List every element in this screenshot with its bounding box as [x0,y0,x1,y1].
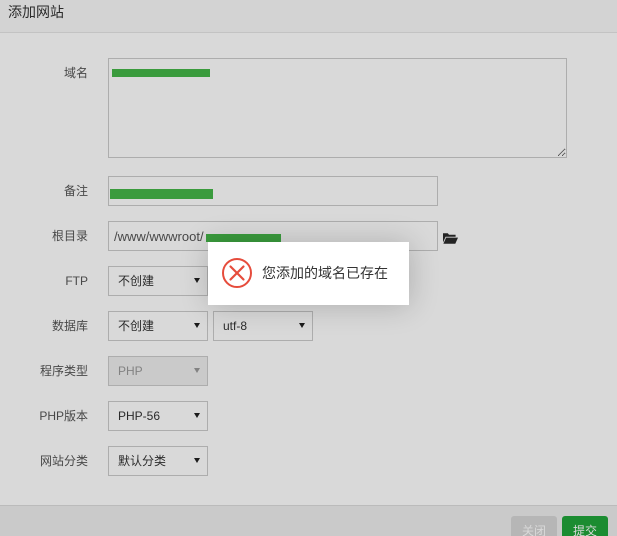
redaction-bar [110,189,213,199]
error-alert: 您添加的域名已存在 [208,242,409,305]
error-circle-x-icon [222,258,252,288]
redaction-bar [112,69,210,77]
alert-message: 您添加的域名已存在 [262,265,388,281]
redaction-bar [206,234,281,242]
